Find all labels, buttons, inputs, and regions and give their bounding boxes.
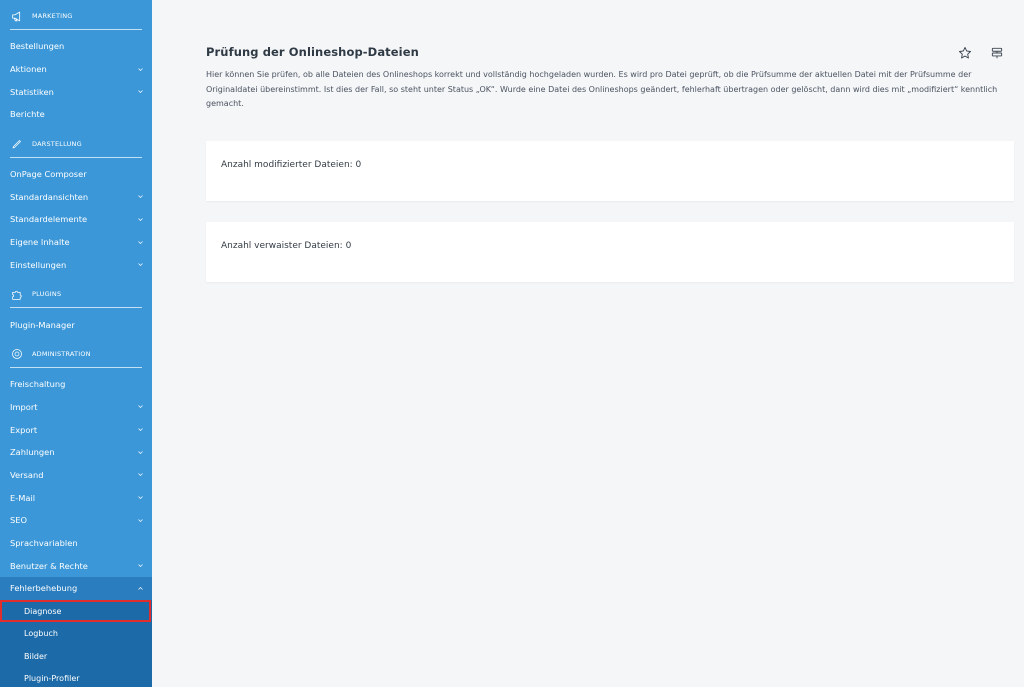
sidebar-item-label: Export [10,424,38,435]
star-icon[interactable] [958,46,972,60]
sidebar-item-versand[interactable]: Versand [0,464,152,487]
section-title: DARSTELLUNG [32,139,82,148]
sidebar-item-e-mail[interactable]: E-Mail [0,486,152,509]
sidebar-subitem-label: Bilder [24,651,48,661]
sidebar-item-label: Benutzer & Rechte [10,560,88,571]
chevron-down-icon [138,427,143,432]
puzzle-icon [10,288,24,300]
chevron-down-icon [138,518,143,523]
sidebar-item-label: Statistiken [10,86,54,97]
sidebar-item-import[interactable]: Import [0,396,152,419]
sidebar-item-onpage-composer[interactable]: OnPage Composer [0,163,152,186]
sidebar-subitem-label: Plugin-Profiler [24,674,80,684]
filter-settings-icon[interactable] [990,46,1004,60]
sidebar-item-standardelemente[interactable]: Standardelemente [0,208,152,231]
chevron-down-icon [138,217,143,222]
orphaned-files-card: Anzahl verwaister Dateien: 0 [206,222,1014,282]
orphaned-files-count: Anzahl verwaister Dateien: 0 [221,241,352,251]
sidebar-subitem-label: Logbuch [24,629,58,639]
sidebar-item-aktionen[interactable]: Aktionen [0,58,152,81]
section-darstellung: DARSTELLUNG [10,131,142,158]
sidebar-item-label: Sprachvariablen [10,538,78,549]
section-title: MARKETING [32,12,73,20]
sidebar-item-label: Eigene Inhalte [10,237,70,248]
megaphone-icon [10,10,24,22]
main-content: Prüfung der Onlineshop-Dateien Hier könn… [152,0,1024,687]
sidebar-item-fehlerbehebung[interactable]: Fehlerbehebung [0,577,152,600]
chevron-up-icon [138,586,143,591]
sidebar-item-einstellungen[interactable]: Einstellungen [0,254,152,277]
section-marketing: MARKETING [10,3,142,30]
sidebar-submenu: Diagnose Logbuch Bilder Plugin-Profiler [0,599,152,687]
page-actions [958,46,1004,60]
chevron-down-icon [138,404,143,409]
sidebar-item-label: Bestellungen [10,41,65,52]
sidebar-item-label: OnPage Composer [10,169,87,180]
sidebar-item-label: Freischaltung [10,379,66,390]
section-title: PLUGINS [32,290,62,299]
sidebar: MARKETING Bestellungen Aktionen Statistiken… [0,0,152,687]
sidebar-item-label: SEO [10,515,28,526]
sidebar-item-benutzer-rechte[interactable]: Benutzer & Rechte [0,554,152,577]
chevron-down-icon [138,450,143,455]
section-administration: ADMINISTRATION [10,341,142,368]
sidebar-item-eigene-inhalte[interactable]: Eigene Inhalte [0,231,152,254]
sidebar-item-bestellungen[interactable]: Bestellungen [0,35,152,58]
sidebar-item-plugin-manager[interactable]: Plugin-Manager [0,313,152,336]
sidebar-item-label: Standardelemente [10,214,88,225]
sidebar-item-label: Berichte [10,109,45,120]
sidebar-item-seo[interactable]: SEO [0,509,152,532]
chevron-down-icon [138,495,143,500]
chevron-down-icon [138,472,143,477]
chevron-down-icon [138,240,143,245]
sidebar-item-export[interactable]: Export [0,418,152,441]
sidebar-subitem-logbuch[interactable]: Logbuch [0,622,152,645]
section-plugins: PLUGINS [10,281,142,309]
page-description: Hier können Sie prüfen, ob alle Dateien … [206,70,998,108]
chevron-down-icon [138,563,143,568]
sidebar-item-berichte[interactable]: Berichte [0,103,152,126]
chevron-down-icon [138,194,143,199]
pen-icon [10,138,24,150]
sidebar-item-standardansichten[interactable]: Standardansichten [0,185,152,208]
sidebar-subitem-label: Diagnose [24,606,62,616]
sidebar-item-zahlungen[interactable]: Zahlungen [0,441,152,464]
sidebar-item-label: Plugin-Manager [10,319,75,330]
sidebar-item-label: Einstellungen [10,259,67,270]
sidebar-subitem-bilder[interactable]: Bilder [0,645,152,668]
sidebar-item-label: E-Mail [10,492,36,503]
chevron-down-icon [138,89,143,94]
modified-files-card: Anzahl modifizierter Dateien: 0 [206,141,1014,201]
sidebar-item-label: Zahlungen [10,447,55,458]
page-title: Prüfung der Onlineshop-Dateien [206,45,419,59]
sidebar-item-label: Aktionen [10,64,47,75]
sidebar-item-freischaltung[interactable]: Freischaltung [0,373,152,396]
chevron-down-icon [138,262,143,267]
gear-icon [10,348,24,360]
sidebar-item-label: Versand [10,469,44,480]
sidebar-subitem-plugin-profiler[interactable]: Plugin-Profiler [0,668,152,687]
chevron-down-icon [138,67,143,72]
sidebar-subitem-diagnose[interactable]: Diagnose [0,599,151,623]
sidebar-item-label: Import [10,401,38,412]
sidebar-item-label: Standardansichten [10,191,89,202]
sidebar-item-label: Fehlerbehebung [10,583,78,594]
sidebar-item-sprachvariablen[interactable]: Sprachvariablen [0,532,152,555]
sidebar-item-statistiken[interactable]: Statistiken [0,80,152,103]
section-title: ADMINISTRATION [32,349,91,358]
modified-files-count: Anzahl modifizierter Dateien: 0 [221,160,362,170]
